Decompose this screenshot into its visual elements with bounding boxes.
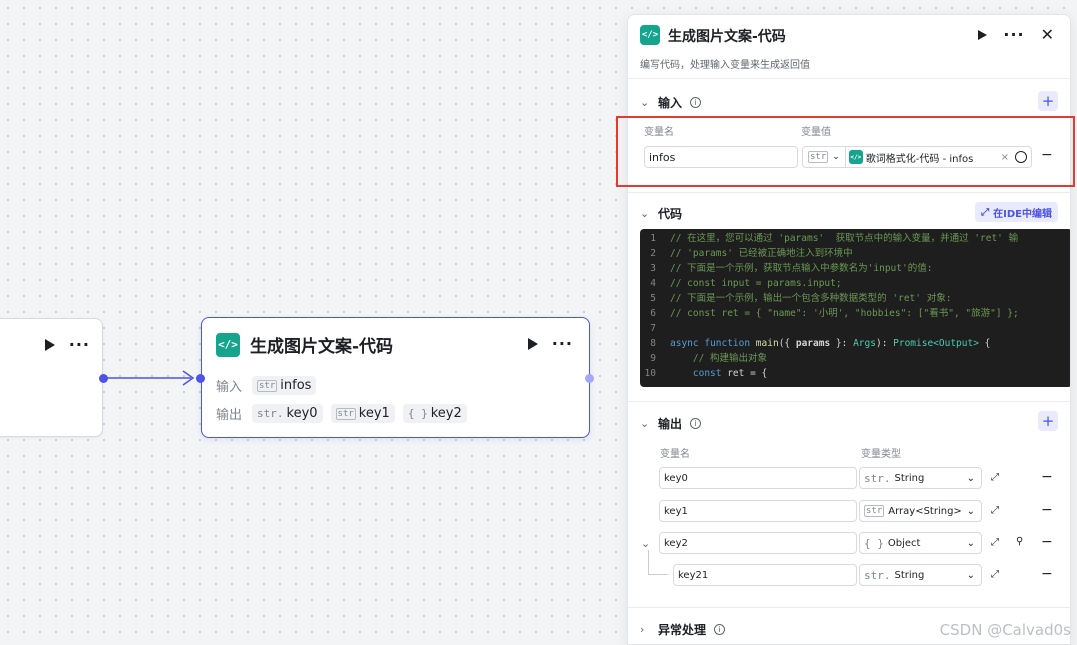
code-editor[interactable]: 1// 在这里，您可以通过 'params' 获取节点中的输入变量，并通过 'r… (640, 229, 1070, 387)
add-child-icon[interactable]: ⚲ (1016, 536, 1023, 547)
code-line: 10 const ret = { (644, 368, 768, 379)
chevron-down-icon: ⌄ (966, 537, 975, 549)
code-node-icon: </> (216, 332, 240, 357)
code-line: 3// 下面是一个示例，获取节点输入中参数名为'input'的值: (650, 263, 933, 274)
output-type-select[interactable]: str. String ⌄ (859, 467, 982, 489)
output-type-select[interactable]: str Array<String> ⌄ (859, 500, 982, 522)
more-icon[interactable]: ··· (1003, 27, 1024, 43)
object-type-icon: { } (864, 536, 884, 550)
node-config-panel: </> 生成图片文案-代码 编写代码，处理输入变量来生成返回值 ··· ✕ ⌄ … (627, 14, 1071, 645)
remove-output-button[interactable]: − (1041, 502, 1053, 518)
panel-header: </> 生成图片文案-代码 编写代码，处理输入变量来生成返回值 ··· ✕ (628, 15, 1070, 79)
chevron-right-icon[interactable]: › (640, 623, 650, 636)
expand-icon[interactable]: ⤢ (991, 537, 999, 548)
code-line: 1// 在这里，您可以通过 'params' 获取节点中的输入变量，并通过 'r… (650, 233, 1019, 244)
panel-description[interactable]: 编写代码，处理输入变量来生成返回值 (640, 56, 810, 71)
error-handling-section-header[interactable]: › 异常处理 i (640, 621, 726, 638)
run-node-icon[interactable] (44, 339, 55, 351)
watermark: CSDN @Calvad0s (939, 621, 1071, 639)
chevron-down-icon: ⌄ (966, 472, 975, 484)
add-input-button[interactable]: + (1038, 91, 1058, 111)
code-line: 5// 下面是一个示例，输出一个包含多种数据类型的 'ret' 对象: (650, 293, 952, 304)
run-node-icon[interactable] (978, 30, 988, 40)
more-icon[interactable]: ··· (69, 337, 90, 353)
output-chip: { } key2 (402, 404, 467, 423)
string-type-icon: str (257, 379, 278, 392)
output-chip: str key1 (330, 404, 395, 423)
code-node-input-port[interactable] (196, 374, 205, 383)
output-type-select[interactable]: { } Object ⌄ (859, 532, 982, 554)
object-type-icon: { } (407, 407, 428, 420)
chevron-down-icon[interactable]: ⌄ (640, 207, 650, 220)
info-icon[interactable]: i (714, 624, 726, 635)
chevron-down-icon: ⌄ (966, 569, 975, 581)
output-section-header[interactable]: ⌄ 输出 i (640, 415, 702, 432)
array-type-icon: str (864, 505, 885, 517)
input-chip: str infos (252, 376, 317, 395)
output-variable-name-field[interactable]: key2 (659, 532, 857, 554)
code-node-card[interactable]: </> 生成图片文案-代码 ··· 输入 str infos 输出 str. k… (201, 317, 590, 438)
upstream-node[interactable]: ··· (0, 318, 103, 437)
column-header-type: 变量类型 (861, 449, 901, 460)
close-icon[interactable]: ✕ (1041, 27, 1054, 43)
chevron-down-icon[interactable]: ⌄ (640, 96, 650, 109)
code-line: 7 (650, 323, 656, 334)
add-output-button[interactable]: + (1038, 411, 1058, 431)
remove-output-button[interactable]: − (1041, 534, 1053, 550)
output-label: 输出 (216, 408, 243, 423)
code-line: 2// 'params' 已经被正确地注入到环境中 (650, 248, 853, 259)
expand-icon[interactable]: ⤢ (991, 505, 999, 516)
code-line: 6// const ret = { "name": '小明', "hobbies… (650, 308, 1019, 319)
info-icon[interactable]: i (690, 97, 702, 108)
chevron-down-icon[interactable]: ⌄ (641, 537, 651, 550)
panel-title[interactable]: 生成图片文案-代码 (668, 26, 786, 46)
input-label: 输入 (216, 380, 243, 395)
code-line: 4// const input = params.input; (650, 278, 842, 289)
code-line: 8 async function main({ params }: Args): … (650, 338, 991, 349)
more-icon[interactable]: ··· (552, 336, 573, 352)
code-node-output-port[interactable] (585, 374, 594, 383)
output-variable-name-field[interactable]: key0 (659, 467, 857, 489)
tree-connector (648, 550, 668, 575)
input-section-header[interactable]: ⌄ 输入 i (640, 94, 702, 111)
expand-icon: ⤢ (981, 206, 990, 218)
remove-output-button[interactable]: − (1041, 469, 1053, 485)
array-type-icon: str (335, 407, 356, 420)
chevron-down-icon: ⌄ (966, 505, 975, 517)
string-type-icon: str. (864, 568, 891, 582)
expand-icon[interactable]: ⤢ (991, 472, 999, 483)
chevron-down-icon[interactable]: ⌄ (640, 417, 650, 430)
remove-output-button[interactable]: − (1041, 566, 1053, 582)
run-node-icon[interactable] (527, 338, 538, 350)
output-chip: str. key0 (252, 404, 323, 423)
string-type-icon: str. (864, 471, 891, 485)
string-type-icon: str. (257, 407, 284, 420)
code-section-header[interactable]: ⌄ 代码 (640, 205, 682, 222)
output-variable-name-field[interactable]: key21 (673, 564, 857, 586)
node-output-row: 输出 str. key0 str key1 { } key2 (216, 404, 467, 423)
node-input-row: 输入 str infos (216, 376, 317, 395)
output-type-select[interactable]: str. String ⌄ (859, 564, 982, 586)
code-line: 9 // 构建输出对象 (650, 353, 768, 364)
node-title: 生成图片文案-代码 (250, 337, 394, 357)
column-header-name: 变量名 (660, 449, 690, 460)
output-variable-name-field[interactable]: key1 (659, 500, 857, 522)
connection-edge (107, 370, 195, 386)
info-icon[interactable]: i (690, 418, 702, 429)
edit-in-ide-button[interactable]: ⤢ 在IDE中编辑 (975, 202, 1058, 222)
expand-icon[interactable]: ⤢ (991, 569, 999, 580)
code-node-icon: </> (640, 25, 660, 45)
highlight-frame (616, 116, 1075, 187)
